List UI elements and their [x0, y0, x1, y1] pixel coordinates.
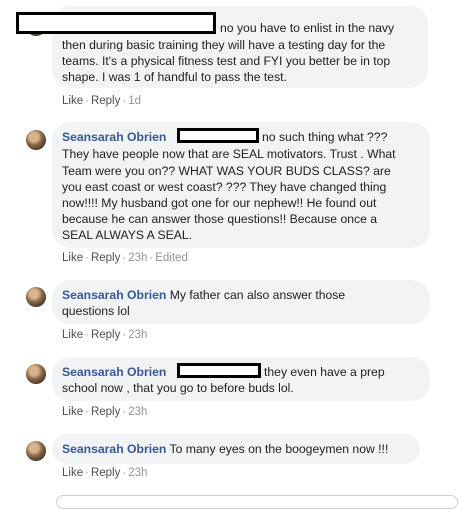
reply-link[interactable]: Reply — [91, 467, 120, 479]
like-link[interactable]: Like — [62, 467, 83, 479]
separator: · — [85, 252, 89, 264]
timestamp[interactable]: 1d — [128, 95, 141, 107]
timestamp[interactable]: 23h — [128, 406, 147, 418]
timestamp[interactable]: 23h — [128, 329, 147, 341]
avatar[interactable] — [26, 287, 46, 307]
comment-text-line: teams. It's a physical fitness test and … — [62, 54, 391, 68]
comment-text-line: you east coast or west coast? ??? They h… — [62, 180, 387, 194]
like-link[interactable]: Like — [62, 406, 83, 418]
separator: · — [85, 95, 89, 107]
comment-author[interactable]: Seansarah Obrien — [62, 129, 166, 145]
comment-author[interactable]: Seansarah Obrien — [62, 364, 166, 380]
comment-text: My father can also answer those — [169, 288, 346, 302]
comment-text-line: they even have a prep — [264, 365, 385, 379]
comment-text-line: school now , that you go to before buds … — [62, 381, 294, 395]
comment-actions: Like · Reply · 23h — [62, 406, 147, 418]
timestamp[interactable]: 23h — [128, 467, 147, 479]
avatar[interactable] — [26, 130, 46, 150]
comment-text-line: SEAL ALWAYS A SEAL. — [62, 228, 193, 242]
comment-text-line: now!!!! My husband got one for our nephe… — [62, 196, 377, 210]
comment-text-line: then during basic training they will hav… — [62, 38, 386, 52]
separator: · — [85, 329, 89, 341]
comment-text-line: no you have to enlist in the navy — [220, 21, 395, 35]
comment-text-line: Team were you on?? WHAT WAS YOUR BUDS CL… — [62, 164, 391, 178]
top-clipped-text — [60, 0, 90, 2]
comment-text-line: questions lol — [62, 304, 130, 318]
avatar[interactable] — [26, 364, 46, 384]
author-name[interactable]: Seansarah Obrien — [62, 288, 166, 302]
author-name[interactable]: Seansarah Obrien — [62, 365, 166, 379]
reply-link[interactable]: Reply — [91, 95, 120, 107]
comment-text-line: Seansarah Obrien My father can also answ… — [62, 287, 345, 303]
comment-actions: Like · Reply · 23h · Edited — [62, 252, 188, 264]
reply-link[interactable]: Reply — [91, 406, 120, 418]
author-name[interactable]: Seansarah Obrien — [62, 442, 166, 456]
edited-label[interactable]: Edited — [155, 252, 188, 264]
redaction-bar — [177, 128, 259, 143]
avatar[interactable] — [26, 441, 46, 461]
reply-link[interactable]: Reply — [91, 329, 120, 341]
reply-link[interactable]: Reply — [91, 252, 120, 264]
comment-text-line: because he can answer those questions!! … — [62, 212, 378, 226]
comment-actions: Like · Reply · 23h — [62, 467, 147, 479]
separator: · — [85, 406, 89, 418]
separator: · — [85, 467, 89, 479]
comment-text-line: shape. I was 1 of handful to pass the te… — [62, 70, 287, 84]
redaction-bar — [177, 363, 261, 378]
like-link[interactable]: Like — [62, 252, 83, 264]
like-link[interactable]: Like — [62, 95, 83, 107]
comment-text: To many eyes on the boogeymen now !!! — [169, 442, 389, 456]
comment-text-line: no such thing what ??? — [262, 130, 388, 144]
comment-actions: Like · Reply · 23h — [62, 329, 147, 341]
like-link[interactable]: Like — [62, 329, 83, 341]
timestamp[interactable]: 23h — [128, 252, 147, 264]
reply-input-box[interactable] — [56, 495, 458, 509]
comment-actions: Like · Reply · 1d — [62, 95, 141, 107]
comment-text-line: They have people now that are SEAL motiv… — [62, 147, 396, 161]
redaction-bar — [16, 12, 216, 34]
author-name[interactable]: Seansarah Obrien — [62, 130, 166, 144]
comment-text-line: Seansarah Obrien To many eyes on the boo… — [62, 441, 388, 457]
